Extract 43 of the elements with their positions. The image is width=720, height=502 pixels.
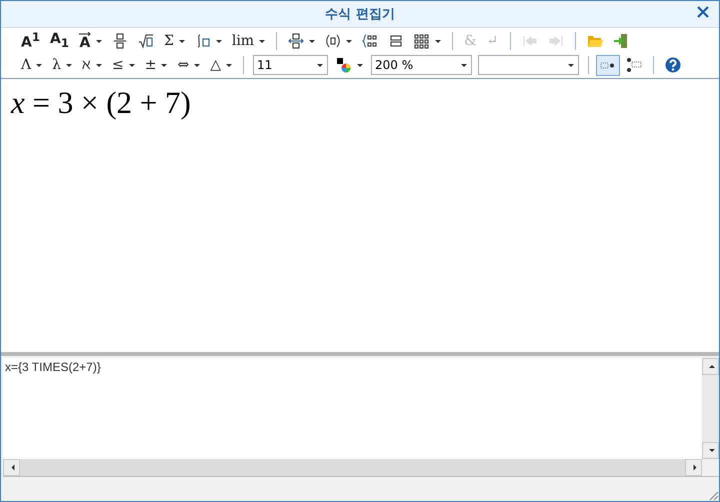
symbol-button[interactable]: ⇔ <box>173 54 204 76</box>
color-icon <box>336 57 352 73</box>
help-icon <box>664 57 681 73</box>
exit-icon <box>612 33 629 49</box>
folder-icon <box>586 33 603 49</box>
combo-field[interactable] <box>478 55 579 75</box>
spacing-icon <box>288 33 304 49</box>
square-root-icon <box>138 33 154 49</box>
stacked-view-icon <box>626 57 642 73</box>
close-icon <box>697 6 709 18</box>
brace-matrix-icon <box>362 33 378 49</box>
close-button[interactable] <box>695 4 711 20</box>
scroll-left-icon[interactable] <box>3 459 20 476</box>
combo-field[interactable]: 200 % <box>370 55 472 75</box>
horizontal-scrollbar[interactable] <box>3 459 702 476</box>
symbol-button[interactable]: λ <box>48 54 76 76</box>
stacked-rows-icon <box>388 33 404 49</box>
fraction-icon <box>112 33 128 49</box>
parentheses-icon <box>325 33 342 49</box>
symbol-button[interactable]: Λ <box>17 54 46 76</box>
symbol-button[interactable]: A$^{1}$ <box>17 30 44 52</box>
arrow-icon <box>78 32 91 36</box>
symbol-button[interactable]: ≤ <box>108 54 139 76</box>
matrix-grid-icon <box>414 33 430 49</box>
symbol-button[interactable]: ± <box>140 54 172 76</box>
scroll-up-icon[interactable] <box>702 358 719 375</box>
symbol-button[interactable]: A$_{1}$ <box>46 30 73 52</box>
vertical-scrollbar[interactable] <box>702 358 719 459</box>
symbol-button[interactable]: ℵ <box>78 54 106 76</box>
symbol-button[interactable]: △ <box>206 54 236 76</box>
previous-icon <box>522 33 538 49</box>
resize-grip-icon[interactable] <box>709 491 719 501</box>
symbol-button[interactable]: A <box>74 30 106 52</box>
next-icon <box>548 33 564 49</box>
combo-field[interactable]: 11 <box>252 55 328 75</box>
scroll-right-icon[interactable] <box>685 459 702 476</box>
scroll-down-icon[interactable] <box>702 442 719 459</box>
window-title: 수식 편집기 <box>325 6 395 23</box>
symbol-button[interactable]: lim <box>228 30 270 52</box>
inline-view-button[interactable] <box>596 54 620 76</box>
formula: x = 3 × (2 + 7) <box>11 85 191 120</box>
script-field[interactable]: x={3 TIMES(2+7)} <box>3 358 702 459</box>
symbol-button[interactable]: Σ <box>160 30 189 52</box>
